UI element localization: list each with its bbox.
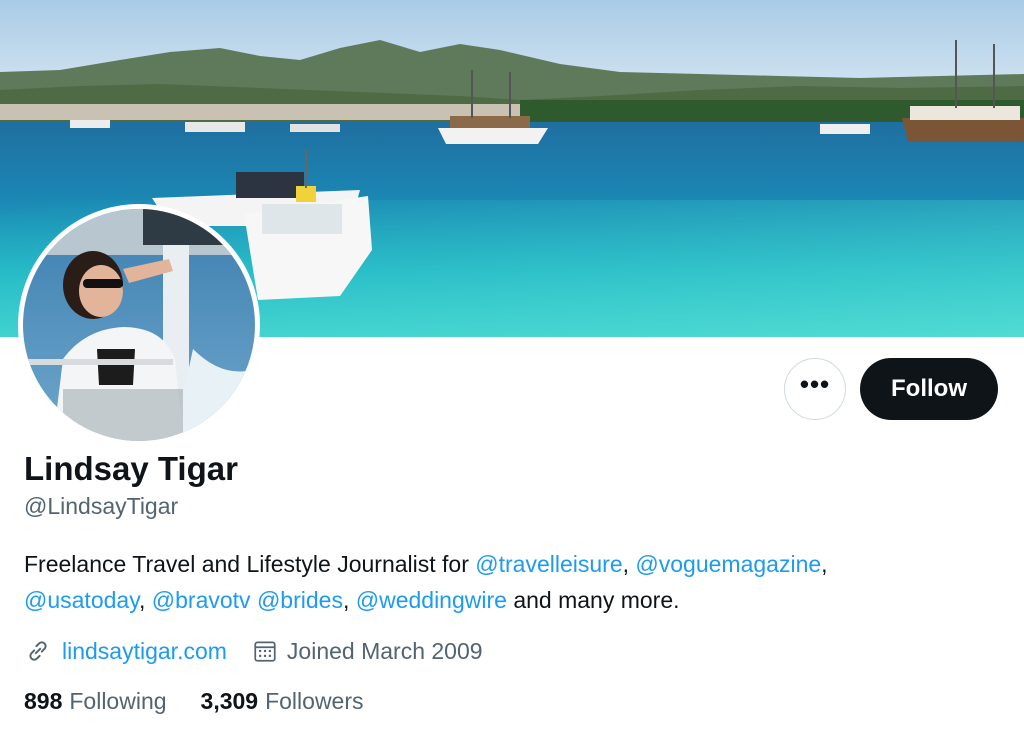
avatar-photo <box>23 209 255 441</box>
bio-text: , <box>622 551 636 577</box>
mention-link-weddingwire[interactable]: @weddingwire <box>356 587 507 613</box>
profile-avatar[interactable] <box>18 204 260 446</box>
more-options-button[interactable]: ••• <box>784 358 846 420</box>
more-icon: ••• <box>799 369 831 399</box>
followers-label: Followers <box>265 688 364 714</box>
profile-meta: lindsaytigar.com Joined March 2009 <box>24 634 483 668</box>
joined-text: Joined March 2009 <box>286 637 483 664</box>
mention-link-travelleisure[interactable]: @travelleisure <box>475 551 622 577</box>
bio-text: Freelance Travel and Lifestyle Journalis… <box>24 551 476 577</box>
calendar-icon <box>251 637 279 665</box>
bio-text: , <box>139 587 152 613</box>
mention-link-usatoday[interactable]: @usatoday <box>24 587 139 613</box>
followers-count: 3,309 <box>200 688 259 714</box>
website-link[interactable]: lindsaytigar.com <box>62 638 227 665</box>
joined-date: Joined March 2009 <box>251 637 483 665</box>
follow-button[interactable]: Follow <box>860 358 998 420</box>
followers-link[interactable]: 3,309 Followers <box>201 688 364 715</box>
link-icon <box>24 637 52 665</box>
bio-text: , <box>821 551 828 577</box>
bio-text: , <box>342 587 356 613</box>
mention-link-bravotv[interactable]: @bravotv <box>152 587 251 613</box>
mention-link-brides[interactable]: @brides <box>257 587 343 613</box>
profile-bio: Freelance Travel and Lifestyle Journalis… <box>24 546 1004 618</box>
mention-link-voguemagazine[interactable]: @voguemagazine <box>635 551 821 577</box>
profile-stats: 898 Following 3,309 Followers <box>24 688 364 715</box>
bio-text: and many more. <box>506 587 680 613</box>
user-handle: @LindsayTigar <box>24 493 179 519</box>
display-name: Lindsay Tigar <box>24 450 238 487</box>
following-label: Following <box>69 688 167 714</box>
following-count: 898 <box>24 688 63 714</box>
following-link[interactable]: 898 Following <box>24 688 167 715</box>
